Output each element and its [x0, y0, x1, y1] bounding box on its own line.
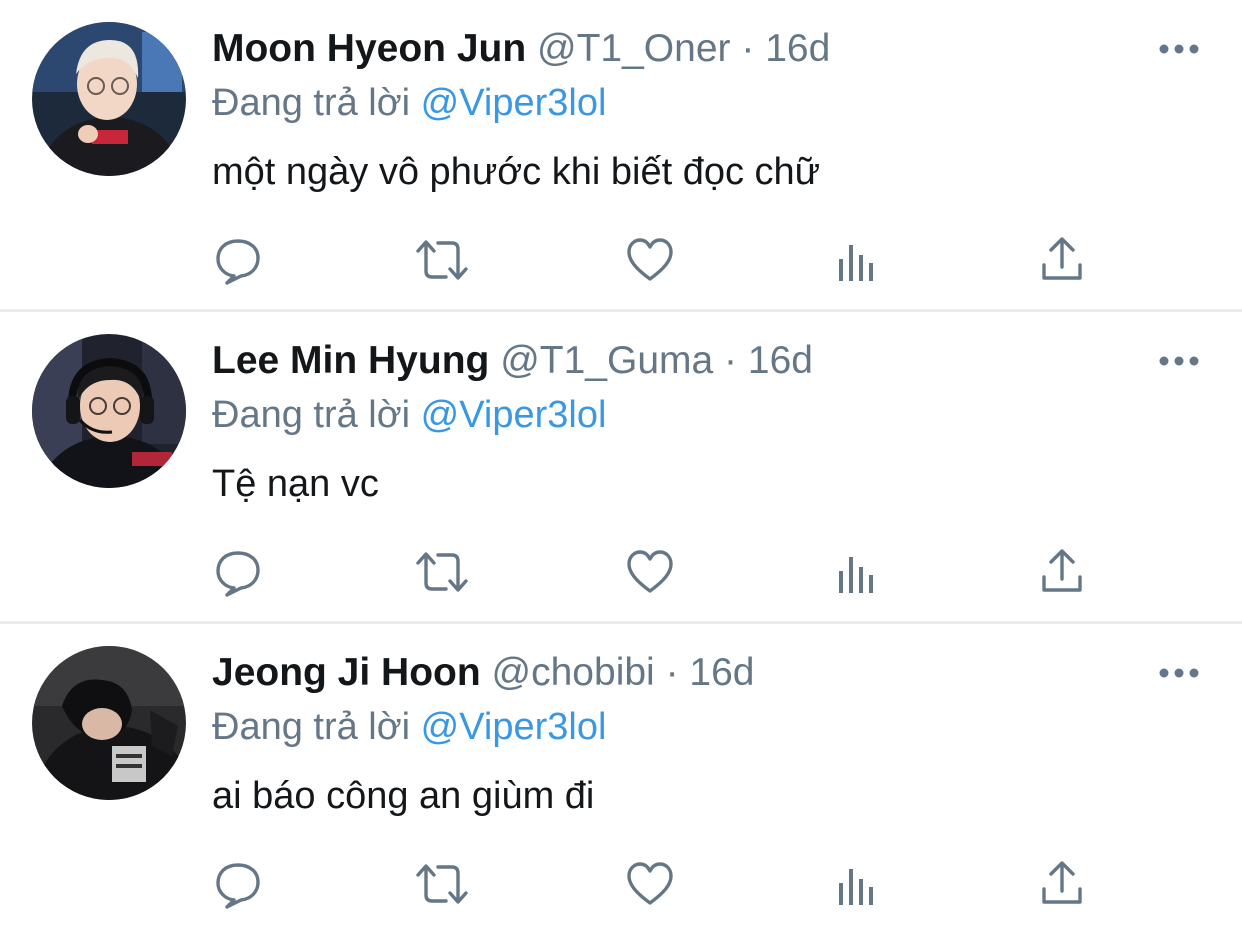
analytics-button[interactable] [828, 232, 884, 288]
retweet-icon [416, 864, 468, 904]
like-button[interactable] [622, 544, 678, 600]
mention-link[interactable]: @Viper3lol [421, 706, 607, 748]
tweet-text: ai báo công an giùm đi [212, 775, 595, 817]
share-button[interactable] [1034, 232, 1090, 288]
timestamp[interactable]: 16d [689, 651, 754, 694]
display-name[interactable]: Moon Hyeon Jun [212, 27, 526, 70]
reply-button[interactable] [210, 544, 266, 600]
timestamp[interactable]: 16d [765, 27, 830, 70]
reply-icon [216, 239, 260, 285]
more-options-button[interactable] [1156, 346, 1202, 376]
reply-icon [216, 863, 260, 909]
action-bar [0, 856, 1242, 912]
reply-icon [216, 551, 260, 597]
user-handle[interactable]: @T1_Oner [537, 27, 731, 70]
analytics-button[interactable] [828, 856, 884, 912]
tweet[interactable]: Moon Hyeon Jun @T1_Oner · 16d Đang trả l… [0, 0, 1242, 312]
like-icon [627, 862, 673, 905]
tweet[interactable]: Lee Min Hyung @T1_Guma · 16d Đang trả lờ… [0, 312, 1242, 624]
share-icon [1042, 549, 1082, 592]
separator: · [741, 27, 755, 70]
timestamp[interactable]: 16d [748, 339, 813, 382]
tweet-header: Lee Min Hyung @T1_Guma · 16d [212, 336, 813, 386]
avatar[interactable] [32, 646, 186, 800]
tweet-text: một ngày vô phước khi biết đọc chữ [212, 151, 821, 193]
tweet[interactable]: Jeong Ji Hoon @chobibi · 16d Đang trả lờ… [0, 624, 1242, 936]
analytics-icon [839, 557, 873, 593]
mention-link[interactable]: @Viper3lol [421, 82, 607, 124]
like-button[interactable] [622, 856, 678, 912]
tweet-text: Tệ nạn vc [212, 463, 379, 505]
avatar-photo-icon [32, 646, 186, 800]
mention-link[interactable]: @Viper3lol [421, 394, 607, 436]
tweet-header: Jeong Ji Hoon @chobibi · 16d [212, 648, 754, 698]
share-icon [1042, 237, 1082, 280]
replying-prefix: Đang trả lời [212, 706, 411, 748]
replying-to: Đang trả lời @Viper3lol [212, 390, 606, 440]
replying-to: Đang trả lời @Viper3lol [212, 702, 606, 752]
more-options-button[interactable] [1156, 658, 1202, 688]
replying-to: Đang trả lời @Viper3lol [212, 78, 606, 128]
separator: · [724, 339, 738, 382]
analytics-button[interactable] [828, 544, 884, 600]
like-button[interactable] [622, 232, 678, 288]
retweet-button[interactable] [414, 856, 470, 912]
replying-prefix: Đang trả lời [212, 82, 411, 124]
like-icon [627, 550, 673, 593]
action-bar [0, 544, 1242, 600]
separator: · [665, 651, 679, 694]
tweet-header: Moon Hyeon Jun @T1_Oner · 16d [212, 24, 830, 74]
analytics-icon [839, 869, 873, 905]
display-name[interactable]: Lee Min Hyung [212, 339, 489, 382]
retweet-icon [416, 552, 468, 592]
avatar[interactable] [32, 334, 186, 488]
reply-button[interactable] [210, 856, 266, 912]
retweet-button[interactable] [414, 232, 470, 288]
like-icon [627, 238, 673, 281]
avatar[interactable] [32, 22, 186, 176]
more-options-icon [1159, 356, 1199, 366]
more-options-icon [1159, 44, 1199, 54]
more-options-button[interactable] [1156, 34, 1202, 64]
retweet-button[interactable] [414, 544, 470, 600]
retweet-icon [416, 240, 468, 280]
share-icon [1042, 861, 1082, 904]
action-bar [0, 232, 1242, 288]
replying-prefix: Đang trả lời [212, 394, 411, 436]
avatar-photo-icon [32, 334, 186, 488]
share-button[interactable] [1034, 856, 1090, 912]
user-handle[interactable]: @T1_Guma [500, 339, 713, 382]
reply-button[interactable] [210, 232, 266, 288]
analytics-icon [839, 245, 873, 281]
share-button[interactable] [1034, 544, 1090, 600]
user-handle[interactable]: @chobibi [492, 651, 655, 694]
more-options-icon [1159, 668, 1199, 678]
avatar-photo-icon [32, 22, 186, 176]
display-name[interactable]: Jeong Ji Hoon [212, 651, 481, 694]
